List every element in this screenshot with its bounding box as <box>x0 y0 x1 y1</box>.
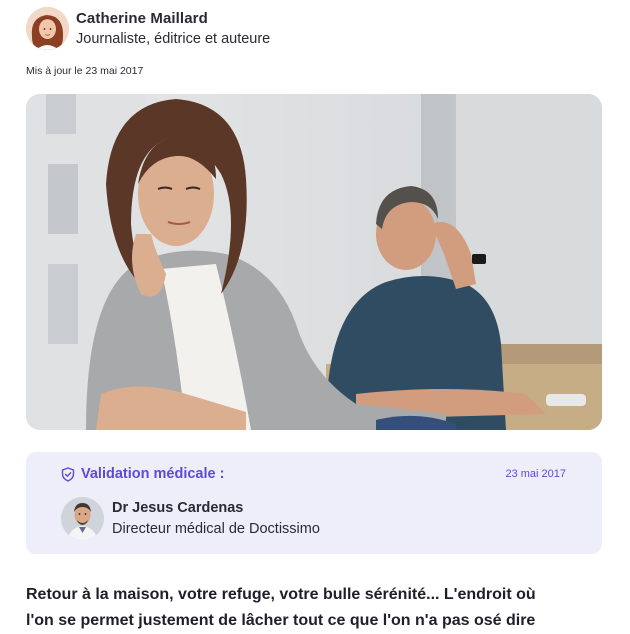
validation-date: 23 mai 2017 <box>505 468 566 480</box>
author-block: Catherine Maillard Journaliste, éditrice… <box>26 7 270 50</box>
validation-title: Validation médicale : <box>81 466 225 482</box>
doctor-block: Dr Jesus Cardenas Directeur médical de D… <box>61 497 320 540</box>
validation-header: Validation médicale : <box>61 466 224 482</box>
author-name[interactable]: Catherine Maillard <box>76 11 270 26</box>
intro-line: Retour à la maison, votre refuge, votre … <box>26 586 536 603</box>
doctor-role: Directeur médical de Doctissimo <box>112 520 320 537</box>
intro-line: l'on se permet justement de lâcher tout … <box>26 612 536 629</box>
medical-validation-box: Validation médicale : 23 mai 2017 Dr Jes… <box>26 452 602 554</box>
author-role: Journaliste, éditrice et auteure <box>76 30 271 47</box>
doctor-avatar-photo-icon <box>61 497 104 540</box>
article-intro: Retour à la maison, votre refuge, votre … <box>26 582 606 634</box>
hero-image <box>26 94 602 430</box>
author-avatar-photo-icon <box>26 7 69 50</box>
author-avatar[interactable] <box>26 7 69 50</box>
couple-argument-photo-icon <box>26 94 602 430</box>
doctor-avatar[interactable] <box>61 497 104 540</box>
doctor-name[interactable]: Dr Jesus Cardenas <box>112 501 320 516</box>
updated-date: Mis à jour le 23 mai 2017 <box>26 65 144 77</box>
shield-check-icon <box>61 466 75 482</box>
